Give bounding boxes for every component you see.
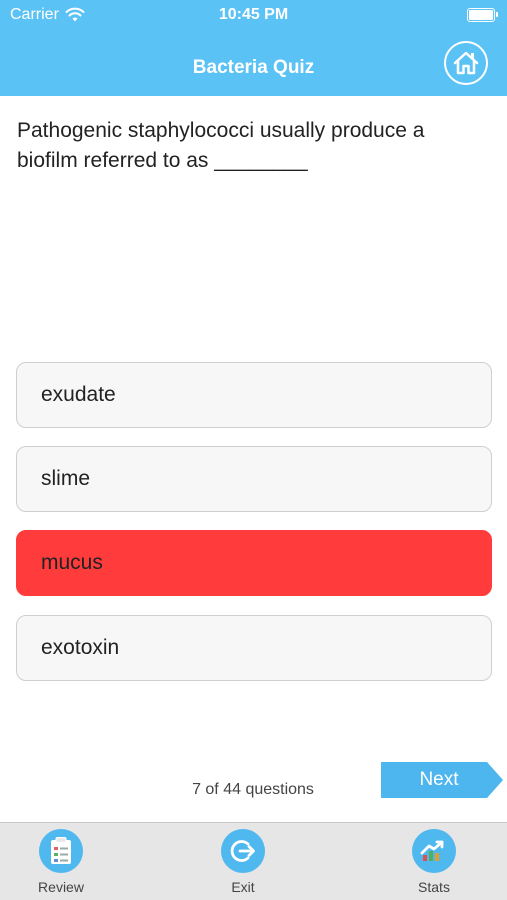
- status-bar: Carrier 10:45 PM: [0, 0, 507, 30]
- next-button[interactable]: Next: [381, 762, 503, 798]
- tab-stats-label: Stats: [418, 879, 450, 895]
- tab-exit[interactable]: Exit: [198, 829, 288, 895]
- status-time: 10:45 PM: [218, 6, 289, 23]
- answer-option[interactable]: exotoxin: [16, 615, 492, 681]
- home-icon: [453, 51, 479, 75]
- app-header: Carrier 10:45 PM Bacteria Quiz: [0, 0, 507, 96]
- answer-label: mucus: [41, 551, 103, 574]
- answer-label: slime: [41, 467, 91, 490]
- tab-review[interactable]: Review: [16, 829, 106, 895]
- next-label: Next: [419, 769, 459, 790]
- answer-label: exotoxin: [41, 636, 120, 659]
- tab-stats[interactable]: Stats: [389, 829, 479, 895]
- chart-icon: [412, 829, 456, 873]
- page-title: Bacteria Quiz: [192, 57, 315, 78]
- tab-bar: Review Exit Stats: [0, 822, 507, 900]
- answer-option-wrong[interactable]: mucus: [16, 530, 492, 596]
- exit-icon: [221, 829, 265, 873]
- answer-option[interactable]: exudate: [16, 362, 492, 428]
- tab-review-label: Review: [38, 879, 84, 895]
- question-progress: 7 of 44 questions: [192, 781, 314, 798]
- answer-label: exudate: [41, 383, 116, 406]
- tab-exit-label: Exit: [231, 879, 255, 895]
- clipboard-icon: [39, 829, 83, 873]
- battery-icon: [467, 8, 498, 22]
- question-text: Pathogenic staphylococci usually produce…: [17, 119, 425, 172]
- answer-option[interactable]: slime: [16, 446, 492, 512]
- home-button[interactable]: [444, 41, 488, 85]
